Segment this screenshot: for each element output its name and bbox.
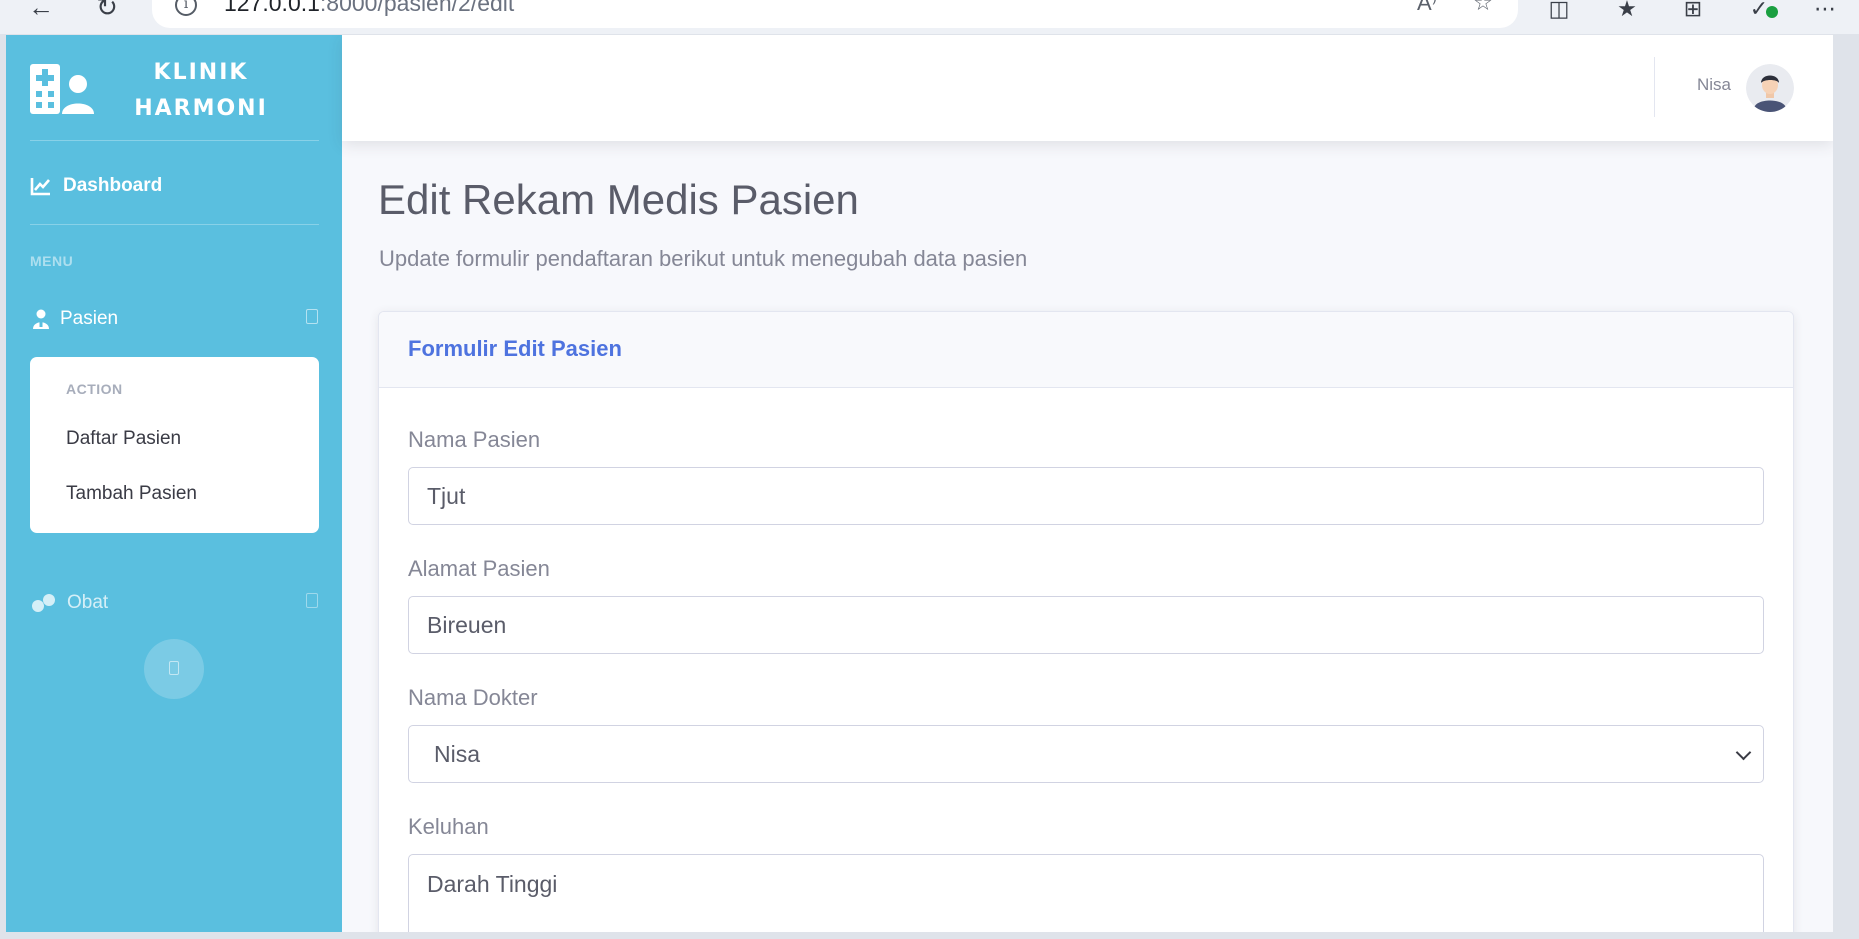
- alamat-pasien-input[interactable]: Bireuen: [408, 596, 1764, 654]
- collapse-caret-icon: [306, 309, 318, 324]
- url-text[interactable]: 127.0.0.1:8000/pasien/2/edit: [224, 0, 514, 15]
- sidebar-item-obat[interactable]: Obat: [30, 589, 319, 617]
- card-header: Formulir Edit Pasien: [379, 312, 1793, 388]
- favorite-star-icon[interactable]: ☆: [1468, 0, 1498, 16]
- topbar-divider: [1654, 57, 1655, 117]
- user-doctor-icon: [33, 309, 49, 329]
- sidebar-heading-menu: MENU: [30, 253, 74, 269]
- browser-toolbar: ← ↻ i 127.0.0.1:8000/pasien/2/edit A⁾ ☆ …: [0, 0, 1859, 34]
- clinic-logo-icon: [30, 64, 94, 114]
- nama-dokter-select[interactable]: Nisa: [408, 725, 1764, 783]
- keluhan-textarea[interactable]: Darah Tinggi: [408, 854, 1764, 932]
- pills-icon: [32, 594, 55, 612]
- nama-pasien-label: Nama Pasien: [408, 427, 541, 452]
- sidebar: KLINIK HARMONI Dashboard MENU Pasien ACT…: [6, 35, 342, 932]
- collections-icon[interactable]: ⊞: [1676, 0, 1710, 22]
- read-aloud-icon[interactable]: A⁾: [1412, 0, 1442, 16]
- page-subtitle: Update formulir pendaftaran berikut untu…: [379, 246, 1028, 271]
- alamat-pasien-label: Alamat Pasien: [408, 556, 550, 581]
- nama-dokter-label: Nama Dokter: [408, 685, 538, 710]
- nama-dokter-selected: Nisa: [434, 741, 481, 767]
- sidebar-divider: [30, 224, 319, 225]
- sidebar-toggle-button[interactable]: [144, 639, 204, 699]
- nama-pasien-input[interactable]: Tjut: [408, 467, 1764, 525]
- user-avatar[interactable]: [1746, 64, 1794, 112]
- page-title: Edit Rekam Medis Pasien: [378, 176, 859, 223]
- submenu-item-daftar-pasien[interactable]: Daftar Pasien: [66, 428, 181, 450]
- extension-status-badge: [1766, 6, 1778, 18]
- keluhan-label: Keluhan: [408, 814, 489, 839]
- chart-line-icon: [30, 178, 50, 196]
- toggle-chevron-icon: [169, 661, 179, 675]
- address-bar[interactable]: i 127.0.0.1:8000/pasien/2/edit A⁾ ☆: [152, 0, 1518, 28]
- topbar: Nisa: [342, 35, 1833, 141]
- user-name[interactable]: Nisa: [1697, 75, 1731, 95]
- sidebar-item-dashboard[interactable]: Dashboard: [30, 172, 230, 200]
- chevron-down-icon: [1735, 744, 1752, 761]
- sidebar-item-pasien[interactable]: Pasien: [30, 305, 319, 333]
- app-window: KLINIK HARMONI Dashboard MENU Pasien ACT…: [6, 35, 1833, 932]
- site-info-icon[interactable]: i: [175, 0, 197, 16]
- reload-icon[interactable]: ↻: [90, 0, 124, 20]
- favorites-list-icon[interactable]: ★: [1610, 0, 1644, 22]
- submenu-item-tambah-pasien[interactable]: Tambah Pasien: [66, 483, 197, 505]
- submenu-heading: ACTION: [66, 381, 123, 397]
- submenu-pasien: ACTION Daftar Pasien Tambah Pasien: [30, 357, 319, 533]
- form-card: Formulir Edit Pasien Nama Pasien Tjut Al…: [378, 311, 1794, 932]
- brand-name[interactable]: KLINIK HARMONI: [116, 55, 286, 127]
- collapse-caret-icon: [306, 593, 318, 608]
- back-icon[interactable]: ←: [24, 0, 58, 20]
- split-screen-icon[interactable]: ◫: [1542, 0, 1576, 22]
- sidebar-divider: [30, 140, 319, 141]
- card-title: Formulir Edit Pasien: [408, 336, 622, 361]
- more-menu-icon[interactable]: ⋯: [1808, 0, 1842, 22]
